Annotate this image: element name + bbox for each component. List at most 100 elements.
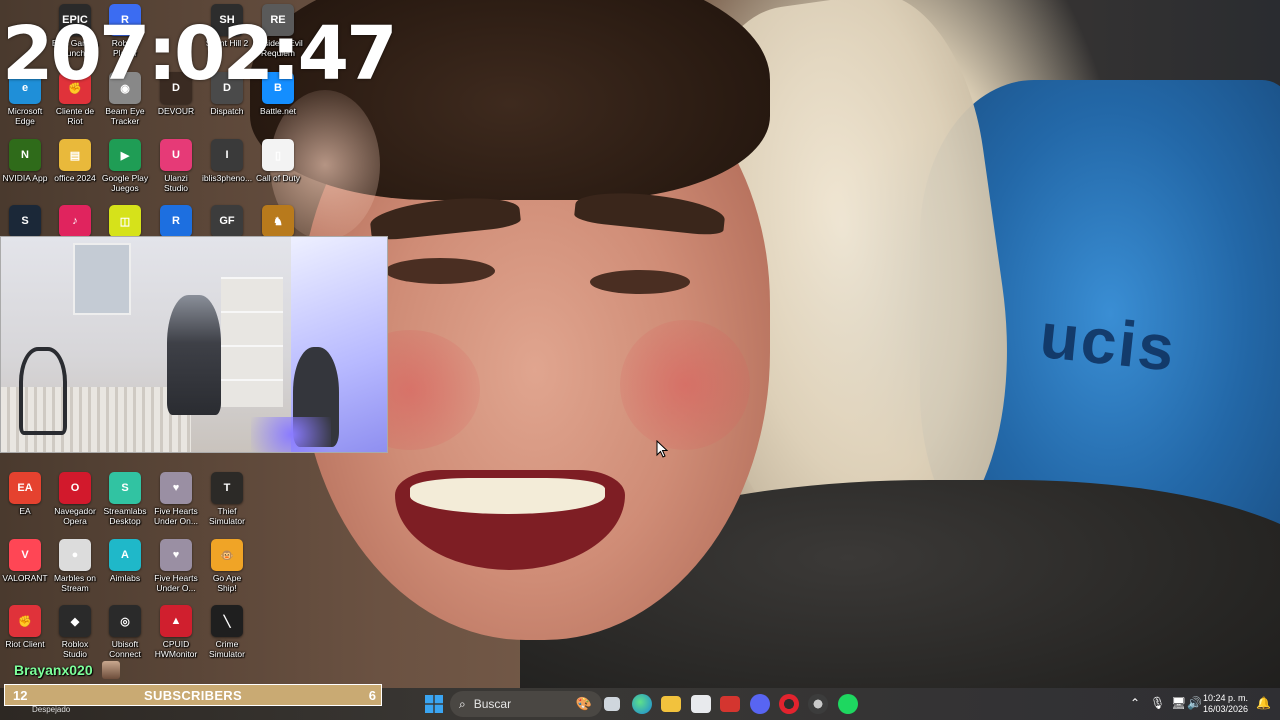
ubisoft-icon: ◎ <box>109 605 141 637</box>
desktop-icon-label: Dispatch <box>210 106 244 116</box>
desktop-icon-label: Five Hearts Under On... <box>154 506 198 526</box>
desktop-icon-label: Crime Simulator <box>209 639 245 659</box>
desktop-icon-label: Ulanzi Studio <box>163 173 189 193</box>
mouse-cursor-icon <box>656 440 668 458</box>
icon-cpuid[interactable]: ▲ CPUID HWMonitor <box>151 605 201 659</box>
facecam-person <box>167 295 221 415</box>
search-icon: ⌕ <box>459 696 466 711</box>
desktop-icon-label: Streamlabs Desktop <box>103 506 147 526</box>
discord-icon[interactable] <box>750 694 770 714</box>
desktop-icon-label: Riot Client <box>5 639 45 649</box>
search-highlight-icon: 🎨 <box>575 696 592 711</box>
icon-google-play[interactable]: ▶ Google Play Juegos <box>100 139 150 193</box>
facecam-light-glow <box>251 417 331 452</box>
desktop-icon-label: Marbles on Stream <box>53 573 97 593</box>
go-ape-icon: 🐵 <box>211 539 243 571</box>
edge-taskbar-icon[interactable] <box>632 694 652 714</box>
notification-icon[interactable]: 🔔 <box>1256 696 1271 710</box>
icon-riot-client[interactable]: ✊ Riot Client <box>0 605 50 649</box>
five-hearts-2-icon: ♥ <box>160 539 192 571</box>
chevron-up-icon[interactable]: ⌃ <box>1130 696 1140 710</box>
icon-office[interactable]: ▤ office 2024 <box>50 139 100 183</box>
icon-streamlabs[interactable]: S Streamlabs Desktop <box>100 472 150 526</box>
spotify-icon[interactable] <box>838 694 858 714</box>
cod-icon: ▯ <box>262 139 294 171</box>
icon-five-hearts-1[interactable]: ♥ Five Hearts Under On... <box>151 472 201 526</box>
iblis-icon: I <box>211 139 243 171</box>
five-hearts-1-icon: ♥ <box>160 472 192 504</box>
nvidia-icon: N <box>9 139 41 171</box>
start-button[interactable] <box>424 694 444 714</box>
microphone-icon[interactable]: 🎙 <box>1150 696 1165 710</box>
icon-cod[interactable]: ▯ Call of Duty <box>253 139 303 183</box>
desktop-icon-label: office 2024 <box>54 173 96 183</box>
desktop-icon-label: EA <box>19 506 31 516</box>
weather-widget[interactable]: Despejado <box>32 705 70 714</box>
network-icon[interactable]: 🖥 <box>1171 696 1186 710</box>
crime-icon: ╲ <box>211 605 243 637</box>
icon-roblox-studio[interactable]: ◆ Roblox Studio <box>50 605 100 659</box>
search-input[interactable] <box>471 696 576 712</box>
task-view-icon[interactable] <box>604 697 620 711</box>
streamer-name: Brayanx020 <box>14 662 93 678</box>
icon-ea[interactable]: EA EA <box>0 472 50 516</box>
marbles-icon: ● <box>59 539 91 571</box>
streamlabs-icon: S <box>109 472 141 504</box>
riot-client-icon: ✊ <box>9 605 41 637</box>
icon-iblis[interactable]: Iiblis3pheno... <box>202 139 252 183</box>
cheek-right <box>620 320 750 450</box>
subscribers-bar: 12 SUBSCRIBERS 6 <box>4 684 382 706</box>
desktop-icon-label: Beam Eye Tracker <box>105 106 145 126</box>
store-icon[interactable] <box>691 695 711 713</box>
desktop-icon-label: VALORANT <box>2 573 48 583</box>
game3-icon: ◫ <box>109 205 141 237</box>
icon-gone-fishing[interactable]: GF <box>202 205 252 239</box>
facecam-chair-left <box>19 347 67 435</box>
file-explorer-icon[interactable] <box>661 696 681 712</box>
icon-opera[interactable]: O Navegador Opera <box>50 472 100 526</box>
roblox-studio-icon: ◆ <box>59 605 91 637</box>
facecam-overlay <box>0 236 388 453</box>
icon-marbles[interactable]: ● Marbles on Stream <box>50 539 100 593</box>
icon-thief[interactable]: T Thief Simulator <box>202 472 252 526</box>
icon-aimlabs[interactable]: A Aimlabs <box>100 539 150 583</box>
steam-taskbar-icon[interactable] <box>808 694 828 714</box>
desktop-icon-label: Navegador Opera <box>54 506 96 526</box>
eye-left <box>385 258 495 284</box>
desktop-icon-label: Microsoft Edge <box>7 106 43 126</box>
icon-ulanzi[interactable]: U Ulanzi Studio <box>151 139 201 193</box>
icon-game6[interactable]: ♞ <box>253 205 303 239</box>
desktop-icon-label: Battle.net <box>260 106 296 116</box>
desktop-icon-label: iblis3pheno... <box>202 173 253 183</box>
clock-time: 10:24 p. m. <box>1202 693 1248 703</box>
desktop-icon-label: DEVOUR <box>157 106 195 116</box>
desktop-icon-label: Ubisoft Connect <box>109 639 141 659</box>
pinned-app-icon[interactable] <box>720 696 740 712</box>
office-icon: ▤ <box>59 139 91 171</box>
desktop-icon-label: Thief Simulator <box>209 506 245 526</box>
desktop-icon-label: NVIDIA App <box>2 173 48 183</box>
taskbar-search[interactable]: ⌕ 🎨 <box>450 691 602 717</box>
desktop-icon-label: Five Hearts Under O... <box>154 573 198 593</box>
volume-icon[interactable]: 🔊 <box>1187 696 1202 710</box>
desktop-icon-label: Call of Duty <box>256 173 300 183</box>
facecam-shelf <box>221 277 283 407</box>
icon-nvidia[interactable]: N NVIDIA App <box>0 139 50 183</box>
stream-timer: 207:02:47 <box>2 11 398 97</box>
desktop-icon-label: Roblox Studio <box>61 639 89 659</box>
subs-goal: 6 <box>368 688 376 703</box>
steam-icon: S <box>9 205 41 237</box>
opera-taskbar-icon[interactable] <box>779 694 799 714</box>
icon-rocket-league[interactable]: R <box>151 205 201 239</box>
icon-crime[interactable]: ╲ Crime Simulator <box>202 605 252 659</box>
thief-icon: T <box>211 472 243 504</box>
icon-go-ape[interactable]: 🐵 Go Ape Ship! <box>202 539 252 593</box>
streamer-avatar <box>102 661 120 679</box>
icon-game3[interactable]: ◫ <box>100 205 150 239</box>
icon-valorant[interactable]: V VALORANT <box>0 539 50 583</box>
icon-five-hearts-2[interactable]: ♥ Five Hearts Under O... <box>151 539 201 593</box>
taskbar-clock[interactable]: 10:24 p. m. 16/03/2026 <box>1203 693 1248 715</box>
desktop-icon-label: Cliente de Riot <box>55 106 95 126</box>
rocket-league-icon: R <box>160 205 192 237</box>
icon-ubisoft[interactable]: ◎ Ubisoft Connect <box>100 605 150 659</box>
